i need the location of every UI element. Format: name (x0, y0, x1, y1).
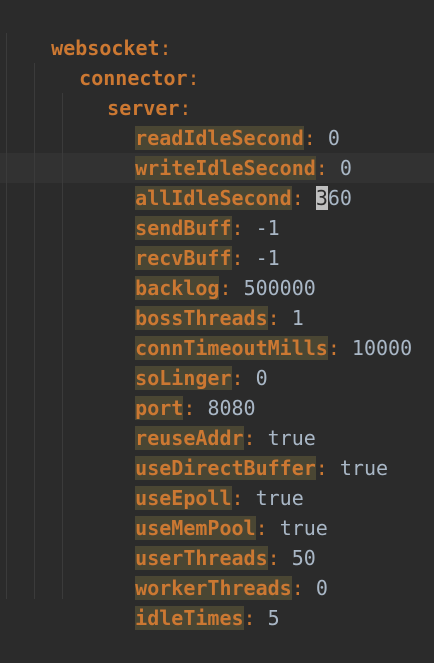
code-editor[interactable]: websocket: connector: server: readIdleSe… (0, 0, 434, 646)
yaml-line-allIdleSecond: allIdleSecond: 360 (0, 153, 434, 210)
yaml-line-connTimeoutMills: connTimeoutMills: 10000 (0, 303, 434, 360)
yaml-line-backlog: backlog: 500000 (0, 243, 434, 300)
yaml-line-readIdleSecond: readIdleSecond: 0 (0, 93, 434, 150)
yaml-line-port: port: 8080 (0, 363, 434, 420)
yaml-line-soLinger: soLinger: 0 (0, 333, 434, 390)
yaml-separator: : (243, 606, 268, 630)
yaml-line-useMemPool: useMemPool: true (0, 483, 434, 540)
yaml-line-writeIdleSecond: writeIdleSecond: 0 (0, 123, 434, 180)
yaml-line-userThreads: userThreads: 50 (0, 513, 434, 570)
yaml-line-connector: connector: (0, 33, 434, 90)
yaml-line-server: server: (0, 63, 434, 120)
yaml-line-reuseAddr: reuseAddr: true (0, 393, 434, 450)
yaml-line-sendBuff: sendBuff: -1 (0, 183, 434, 240)
yaml-line-websocket: websocket: (0, 3, 434, 60)
yaml-key-idleTimes: idleTimes (135, 606, 244, 630)
yaml-line-workerThreads: workerThreads: 0 (0, 543, 434, 600)
yaml-line-useDirectBuffer: useDirectBuffer: true (0, 423, 434, 480)
yaml-line-bossThreads: bossThreads: 1 (0, 273, 434, 330)
yaml-line-useEpoll: useEpoll: true (0, 453, 434, 510)
yaml-line-idleTimes: idleTimes: 5 (0, 573, 434, 630)
yaml-line-recvBuff: recvBuff: -1 (0, 213, 434, 270)
yaml-value-idleTimes: 5 (267, 606, 280, 630)
